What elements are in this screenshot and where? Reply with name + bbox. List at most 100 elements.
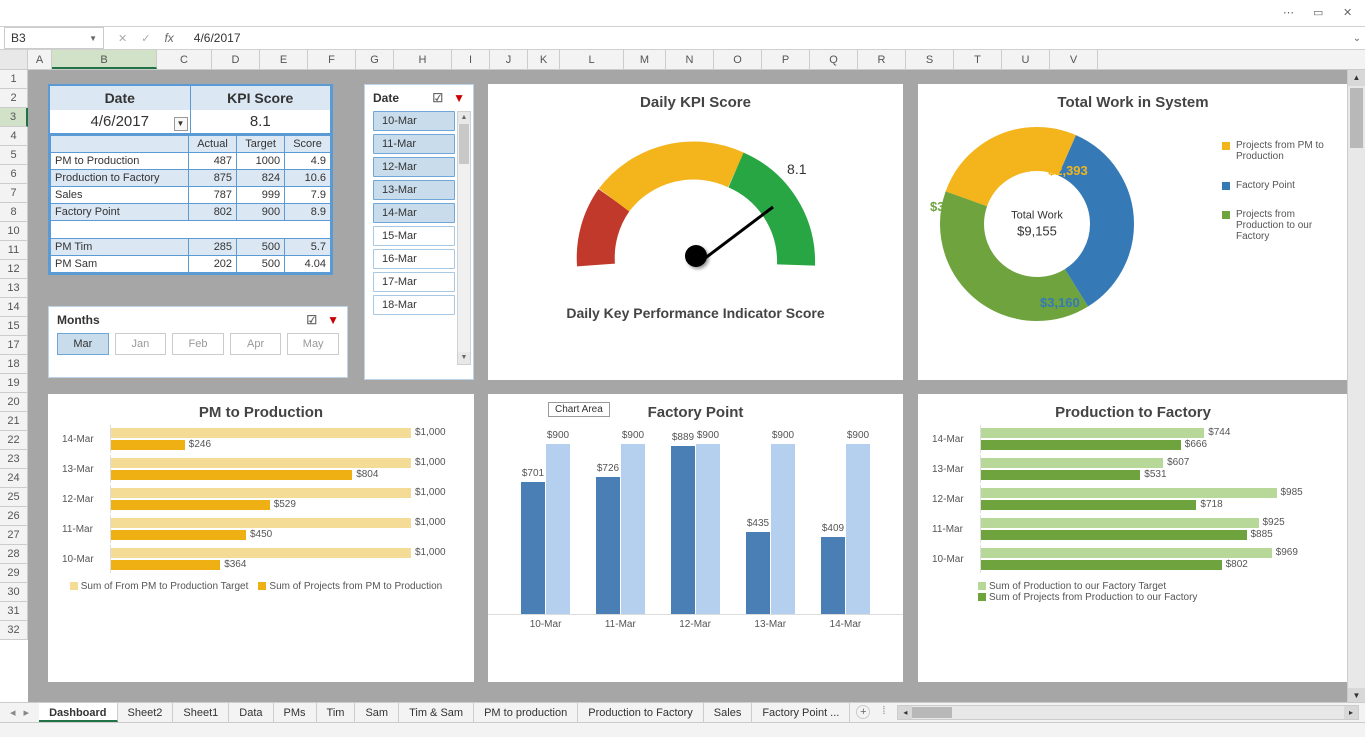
add-sheet-button[interactable]: + <box>856 705 870 719</box>
slicer-item[interactable]: 15-Mar <box>373 226 455 246</box>
row-header[interactable]: 23 <box>0 450 28 469</box>
scroll-thumb[interactable] <box>1350 88 1363 148</box>
column-header[interactable]: L <box>560 50 624 69</box>
slicer-item[interactable]: Mar <box>57 333 109 355</box>
sheet-tab[interactable]: Sheet2 <box>118 703 174 722</box>
row-header[interactable]: 22 <box>0 431 28 450</box>
horizontal-scrollbar[interactable]: ◂ ▸ <box>897 705 1359 720</box>
clear-filter-icon[interactable]: ▼ <box>453 91 465 105</box>
column-header[interactable]: F <box>308 50 356 69</box>
row-header[interactable]: 30 <box>0 583 28 602</box>
slicer-item[interactable]: Jan <box>115 333 167 355</box>
column-header[interactable]: K <box>528 50 560 69</box>
sheet-tab[interactable]: Production to Factory <box>578 703 704 722</box>
column-header[interactable]: V <box>1050 50 1098 69</box>
scroll-thumb[interactable] <box>912 707 952 718</box>
sheet-tab[interactable]: Tim & Sam <box>399 703 474 722</box>
column-header[interactable]: I <box>452 50 490 69</box>
fx-icon[interactable]: fx <box>164 31 173 45</box>
row-header[interactable]: 8 <box>0 203 28 222</box>
slicer-item[interactable]: Feb <box>172 333 224 355</box>
sheet-tab[interactable]: Sheet1 <box>173 703 229 722</box>
column-header[interactable]: U <box>1002 50 1050 69</box>
more-icon[interactable]: ⋯ <box>1283 6 1297 20</box>
slicer-item[interactable]: 11-Mar <box>373 134 455 154</box>
pm-to-production-chart[interactable]: PM to Production 14-Mar$1,000$24613-Mar$… <box>48 394 474 682</box>
slicer-item[interactable]: May <box>287 333 339 355</box>
production-to-factory-chart[interactable]: Production to Factory 14-Mar$744$66613-M… <box>918 394 1347 682</box>
column-header[interactable]: G <box>356 50 394 69</box>
row-header[interactable]: 29 <box>0 564 28 583</box>
column-header[interactable]: M <box>624 50 666 69</box>
column-header[interactable]: B <box>52 50 157 69</box>
clear-filter-icon[interactable]: ▼ <box>327 313 339 327</box>
name-box[interactable]: B3 ▼ <box>4 27 104 49</box>
row-header[interactable]: 11 <box>0 241 28 260</box>
slicer-item[interactable]: 16-Mar <box>373 249 455 269</box>
formula-input[interactable]: 4/6/2017 <box>188 31 1349 45</box>
row-header[interactable]: 7 <box>0 184 28 203</box>
sheet-tab[interactable]: Dashboard <box>39 703 117 722</box>
sheet-tab[interactable]: Sam <box>355 703 399 722</box>
row-header[interactable]: 13 <box>0 279 28 298</box>
scroll-up-icon[interactable]: ▲ <box>458 112 470 124</box>
slicer-item[interactable]: 18-Mar <box>373 295 455 315</box>
column-header[interactable]: J <box>490 50 528 69</box>
row-header[interactable]: 28 <box>0 545 28 564</box>
select-all-corner[interactable] <box>0 50 28 69</box>
row-header[interactable]: 32 <box>0 621 28 640</box>
row-header[interactable]: 26 <box>0 507 28 526</box>
cancel-icon[interactable]: ✕ <box>118 32 127 45</box>
column-header[interactable]: S <box>906 50 954 69</box>
scroll-up-icon[interactable]: ▲ <box>1348 70 1365 86</box>
row-header[interactable]: 14 <box>0 298 28 317</box>
prev-tab-icon[interactable]: ◂ <box>10 706 16 719</box>
row-header[interactable]: 21 <box>0 412 28 431</box>
scroll-right-icon[interactable]: ▸ <box>1344 706 1358 719</box>
column-header[interactable]: A <box>28 50 52 69</box>
donut-chart-panel[interactable]: Total Work in System Total Work $9,155 $… <box>918 84 1347 380</box>
row-header[interactable]: 10 <box>0 222 28 241</box>
expand-formula-icon[interactable]: ⌄ <box>1349 33 1365 44</box>
column-header[interactable]: D <box>212 50 260 69</box>
close-icon[interactable]: ✕ <box>1343 6 1357 20</box>
slicer-item[interactable]: 17-Mar <box>373 272 455 292</box>
row-header[interactable]: 3 <box>0 108 28 127</box>
sheet-tab[interactable]: PMs <box>274 703 317 722</box>
sheet-tab[interactable]: Sales <box>704 703 753 722</box>
row-header[interactable]: 2 <box>0 89 28 108</box>
column-header[interactable]: R <box>858 50 906 69</box>
sheet-tab[interactable]: Tim <box>317 703 356 722</box>
column-header[interactable]: O <box>714 50 762 69</box>
row-header[interactable]: 18 <box>0 355 28 374</box>
multiselect-icon[interactable]: ☑ <box>306 313 317 327</box>
column-header[interactable]: N <box>666 50 714 69</box>
row-header[interactable]: 1 <box>0 70 28 89</box>
row-header[interactable]: 6 <box>0 165 28 184</box>
ribbon-options-icon[interactable]: ▭ <box>1313 6 1327 20</box>
column-header[interactable]: C <box>157 50 212 69</box>
slicer-item[interactable]: 13-Mar <box>373 180 455 200</box>
row-header[interactable]: 12 <box>0 260 28 279</box>
column-header[interactable]: P <box>762 50 810 69</box>
row-header[interactable]: 4 <box>0 127 28 146</box>
row-header[interactable]: 27 <box>0 526 28 545</box>
chevron-down-icon[interactable]: ▼ <box>89 34 97 43</box>
slicer-item[interactable]: Apr <box>230 333 282 355</box>
next-tab-icon[interactable]: ▸ <box>24 706 30 719</box>
slicer-item[interactable]: 14-Mar <box>373 203 455 223</box>
row-header[interactable]: 15 <box>0 317 28 336</box>
column-header[interactable]: H <box>394 50 452 69</box>
factory-point-chart[interactable]: Chart Area Factory Point $701$900$726$90… <box>488 394 903 682</box>
sheet-tab[interactable]: Factory Point ... <box>752 703 850 722</box>
sheet-tab[interactable]: Data <box>229 703 273 722</box>
kpi-date-cell[interactable]: 4/6/2017▼ <box>50 110 191 133</box>
multiselect-icon[interactable]: ☑ <box>432 91 443 105</box>
slicer-item[interactable]: 12-Mar <box>373 157 455 177</box>
row-header[interactable]: 31 <box>0 602 28 621</box>
row-header[interactable]: 17 <box>0 336 28 355</box>
dropdown-icon[interactable]: ▼ <box>174 117 188 131</box>
row-header[interactable]: 24 <box>0 469 28 488</box>
enter-icon[interactable]: ✓ <box>141 32 150 45</box>
row-header[interactable]: 20 <box>0 393 28 412</box>
